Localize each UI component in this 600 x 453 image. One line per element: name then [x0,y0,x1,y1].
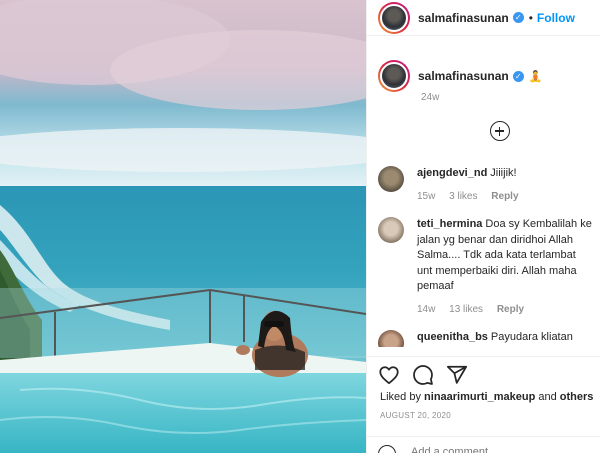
heart-icon[interactable] [378,364,400,386]
add-comment-input[interactable] [411,446,561,453]
emoji-icon[interactable] [378,445,396,453]
post-date[interactable]: AUGUST 20, 2020 [380,411,451,420]
liked-by-user[interactable]: ninaarimurti_makeup [424,391,535,403]
comment-likes[interactable]: 13 likes [449,304,483,315]
caption-emoji: 🧘 [528,70,543,83]
author-username[interactable]: salmafinasunan [418,11,509,25]
caption: salmafinasunan ✓ 🧘 [378,60,593,92]
liked-by-others[interactable]: others [560,391,594,403]
liked-by-summary: Liked by ninaarimurti_makeup and others [380,391,593,403]
author-avatar[interactable] [378,1,410,34]
caption-author-avatar[interactable] [378,60,410,92]
separator-dot: • [528,10,533,25]
comment-text: Jiiijik! [490,167,517,179]
verified-badge-icon: ✓ [512,70,524,82]
comment-username[interactable]: ajengdevi_nd [417,167,487,179]
comment-avatar[interactable] [378,166,404,192]
comment-avatar[interactable] [378,217,404,243]
caption-timestamp[interactable]: 24w [421,92,439,103]
comment-username[interactable]: queenitha_bs [417,331,488,343]
follow-button[interactable]: Follow [537,11,575,25]
comment-time[interactable]: 15w [417,191,435,202]
comment-list: ajengdevi_nd Jiiijik! 15w 3 likes Reply t… [378,166,596,347]
share-icon[interactable] [446,364,468,386]
post-image [0,0,366,453]
liked-by-prefix: Liked by [380,391,421,403]
reply-button[interactable]: Reply [497,304,524,315]
comment-item: teti_hermina Doa sy Kembalilah ke jalan y… [378,217,596,317]
load-more-comments-icon[interactable] [490,121,510,141]
caption-username[interactable]: salmafinasunan [418,69,509,83]
post-header: salmafinasunan ✓ • Follow [367,0,600,36]
comment-icon[interactable] [412,364,434,386]
comment-text: Payudara kliatan [490,331,573,343]
comment-time[interactable]: 14w [417,304,435,315]
comment-avatar[interactable] [378,330,404,347]
verified-badge-icon: ✓ [512,12,524,23]
post-photo[interactable] [0,0,366,453]
comment-item: queenitha_bs Payudara kliatan [378,330,596,347]
post-side-panel: salmafinasunan ✓ • Follow salmafinasunan… [366,0,600,453]
add-comment-bar [367,436,600,453]
reply-button[interactable]: Reply [491,191,518,202]
comment-likes[interactable]: 3 likes [449,191,477,202]
comment-username[interactable]: teti_hermina [417,218,482,230]
liked-by-and: and [538,391,557,403]
comment-item: ajengdevi_nd Jiiijik! 15w 3 likes Reply [378,166,596,204]
action-bar [367,356,600,396]
